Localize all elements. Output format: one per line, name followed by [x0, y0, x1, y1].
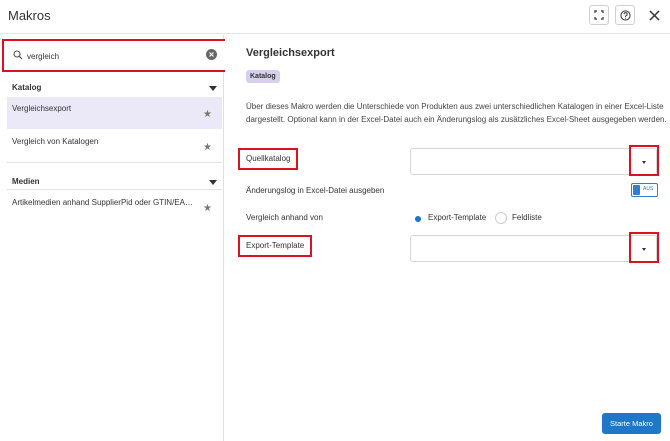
caret-down-icon	[209, 86, 217, 91]
radio-label-export-template: Export-Template	[428, 213, 487, 222]
list-item-vergleichsexport[interactable]: Vergleichsexport ★	[7, 97, 222, 129]
source-catalog-dropdown-button[interactable]	[629, 145, 659, 176]
toggle-state-text: AUS	[643, 186, 654, 192]
change-log-label: Änderungslog in Excel-Datei ausgeben	[246, 186, 385, 195]
change-log-toggle[interactable]: AUS	[631, 183, 658, 197]
group-label: Katalog	[12, 83, 42, 92]
close-icon	[648, 9, 660, 21]
list-item-artikelmedien[interactable]: Artikelmedien anhand SupplierPid oder GT…	[7, 191, 222, 223]
star-icon[interactable]: ★	[203, 143, 212, 153]
macro-title: Vergleichsexport	[246, 47, 335, 59]
macro-detail: Vergleichsexport Katalog Über dieses Mak…	[225, 35, 670, 441]
clear-search-button[interactable]	[206, 49, 217, 60]
divider	[7, 189, 222, 190]
divider	[7, 162, 222, 163]
export-template-dropdown-button[interactable]	[629, 232, 659, 263]
search-input[interactable]	[27, 47, 202, 65]
title-bar: Makros	[0, 0, 670, 34]
caret-down-icon	[209, 180, 217, 185]
help-button[interactable]	[615, 5, 635, 25]
radio-feldliste[interactable]	[495, 212, 507, 224]
list-item-label: Vergleichsexport	[12, 104, 72, 113]
clear-icon	[209, 52, 214, 57]
macro-sidebar: Katalog Vergleichsexport ★ Vergleich von…	[0, 35, 227, 441]
list-item-label: Vergleich von Katalogen	[12, 137, 99, 146]
macro-description: Über dieses Makro werden die Unterschied…	[246, 102, 667, 124]
fullscreen-button[interactable]	[589, 5, 609, 25]
start-macro-button[interactable]: Starte Makro	[602, 413, 661, 434]
help-icon	[619, 9, 631, 21]
list-item-vergleich-von-katalogen[interactable]: Vergleich von Katalogen ★	[7, 130, 222, 162]
fullscreen-icon	[594, 10, 604, 20]
compare-by-label: Vergleich anhand von	[246, 213, 323, 222]
star-icon[interactable]: ★	[203, 204, 212, 214]
category-badge: Katalog	[246, 70, 280, 83]
search-box	[2, 39, 227, 72]
close-button[interactable]	[644, 5, 664, 25]
star-icon[interactable]: ★	[203, 110, 212, 120]
source-catalog-select[interactable]	[410, 148, 657, 175]
toggle-knob	[633, 185, 640, 195]
source-catalog-label: Quellkatalog	[238, 148, 299, 170]
radio-label-feldliste: Feldliste	[512, 213, 542, 222]
radio-export-template[interactable]	[411, 212, 423, 224]
window-title: Makros	[8, 8, 51, 23]
caret-down-icon	[642, 161, 646, 164]
list-item-label: Artikelmedien anhand SupplierPid oder GT…	[12, 198, 197, 207]
group-label: Medien	[12, 177, 40, 186]
caret-down-icon	[642, 248, 646, 251]
export-template-label: Export-Template	[238, 235, 313, 257]
export-template-select[interactable]	[410, 235, 657, 262]
search-icon	[13, 50, 23, 60]
